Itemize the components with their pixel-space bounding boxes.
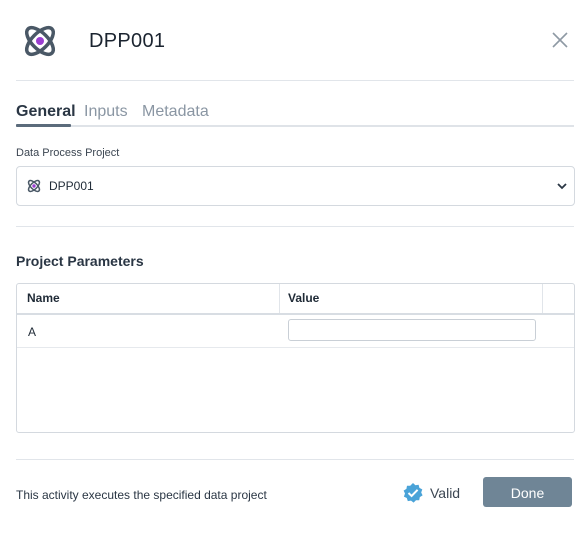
- footer-divider: [16, 459, 574, 460]
- parameter-value-input[interactable]: [288, 319, 536, 341]
- parameters-table: Name Value A: [16, 283, 575, 433]
- chevron-down-icon[interactable]: [555, 179, 569, 193]
- activity-description: This activity executes the specified dat…: [16, 488, 267, 502]
- data-process-project-label: Data Process Project: [16, 147, 120, 159]
- done-button[interactable]: Done: [483, 477, 572, 507]
- section-divider: [16, 226, 574, 227]
- atom-icon: [27, 179, 41, 193]
- check-badge-icon: [403, 483, 423, 503]
- data-process-project-select[interactable]: DPP001: [16, 166, 575, 206]
- valid-label: Valid: [430, 485, 461, 501]
- table-row: A: [17, 315, 574, 348]
- dialog-header: DPP001: [0, 0, 587, 80]
- header-divider: [16, 80, 574, 81]
- tab-metadata[interactable]: Metadata: [142, 103, 209, 121]
- column-divider: [279, 284, 280, 313]
- tab-bar: General Inputs Metadata: [16, 100, 574, 128]
- atom-icon: [24, 25, 56, 57]
- project-parameters-title: Project Parameters: [16, 253, 144, 269]
- tab-inputs[interactable]: Inputs: [84, 103, 128, 121]
- dialog-title: DPP001: [89, 30, 166, 52]
- selected-project-value: DPP001: [49, 179, 94, 193]
- column-header-value: Value: [288, 291, 320, 305]
- activity-dialog: DPP001 General Inputs Metadata Data Proc…: [0, 0, 587, 535]
- tab-general[interactable]: General: [16, 103, 76, 121]
- parameter-name-cell: A: [28, 325, 37, 339]
- active-tab-indicator: [16, 124, 71, 127]
- close-icon[interactable]: [549, 29, 571, 51]
- column-header-name: Name: [27, 291, 60, 305]
- column-divider: [542, 284, 543, 313]
- tab-bar-underline: [16, 125, 574, 127]
